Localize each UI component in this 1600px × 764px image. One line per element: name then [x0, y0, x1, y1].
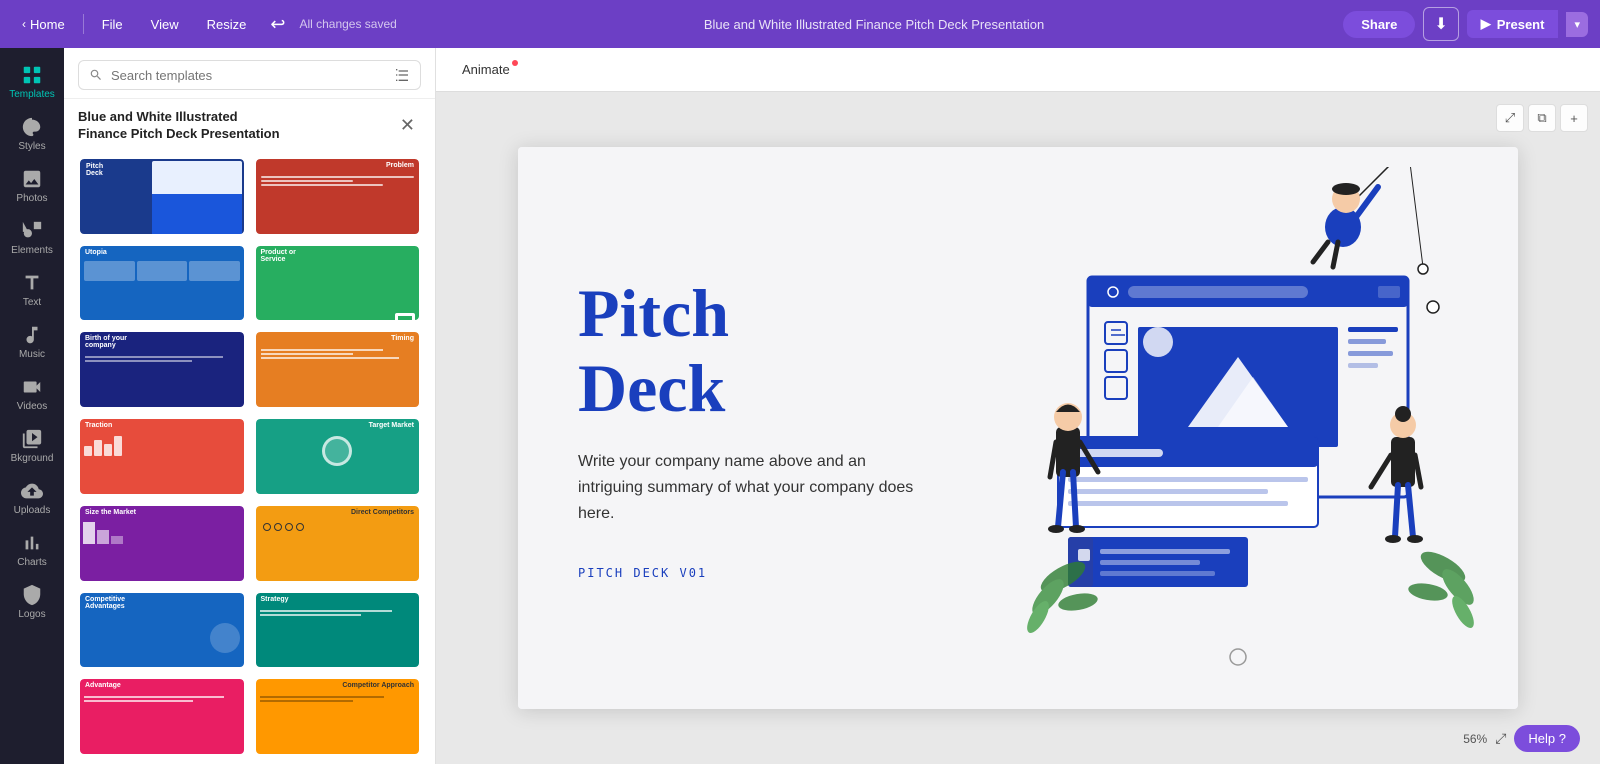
home-chevron: ‹: [22, 17, 26, 31]
main-area: Templates Styles Photos Elements: [0, 48, 1600, 764]
present-icon: ▶: [1481, 16, 1491, 32]
animate-button[interactable]: Animate: [452, 58, 520, 81]
duplicate-button[interactable]: ⧉: [1528, 104, 1556, 132]
upload-icon: [21, 480, 43, 502]
animate-dot: [512, 60, 518, 66]
slide-inner: Pitch Deck Write your company name above…: [518, 147, 1518, 709]
search-input[interactable]: [111, 68, 386, 83]
close-panel-button[interactable]: ✕: [394, 113, 421, 138]
home-label: Home: [30, 17, 65, 32]
template-thumb-6[interactable]: Timing: [254, 330, 422, 409]
saved-status: All changes saved: [299, 17, 396, 31]
bottom-bar: 56% ⤢ Help ?: [1463, 725, 1580, 752]
sidebar-item-elements[interactable]: Elements: [0, 212, 64, 264]
sidebar-item-logos[interactable]: Logos: [0, 576, 64, 628]
background-label: Bkground: [11, 453, 54, 464]
zoom-level: 56%: [1463, 732, 1487, 746]
canvas-toolbar: Animate: [436, 48, 1600, 92]
present-button[interactable]: ▶ Present: [1467, 10, 1559, 38]
sidebar-item-videos[interactable]: Videos: [0, 368, 64, 420]
image-icon: [21, 168, 43, 190]
slide-pitch-code[interactable]: PITCH DECK V01: [578, 566, 1458, 580]
template-thumb-12[interactable]: Strategy: [254, 591, 422, 670]
background-icon: [21, 428, 43, 450]
uploads-label: Uploads: [14, 505, 51, 516]
video-icon: [21, 376, 43, 398]
photos-label: Photos: [16, 193, 47, 204]
view-menu[interactable]: View: [141, 13, 189, 36]
sidebar-item-photos[interactable]: Photos: [0, 160, 64, 212]
search-icon: [89, 68, 103, 82]
topbar-separator: [83, 14, 84, 34]
templates-panel: Blue and White Illustrated Finance Pitch…: [64, 48, 436, 764]
template-thumb-3[interactable]: Utopia: [78, 244, 246, 323]
filter-icon[interactable]: [394, 67, 410, 83]
panel-subtitle: Blue and White Illustrated Finance Pitch…: [64, 99, 435, 149]
template-thumb-1[interactable]: PitchDeck: [78, 157, 246, 236]
home-button[interactable]: ‹ Home: [12, 13, 75, 36]
share-button[interactable]: Share: [1343, 11, 1415, 38]
music-label: Music: [19, 349, 45, 360]
template-thumb-9[interactable]: Size the Market: [78, 504, 246, 583]
template-title: Blue and White Illustrated Finance Pitch…: [78, 109, 394, 143]
slide-text-area: Pitch Deck Write your company name above…: [578, 276, 1458, 580]
slide-pitch-subtitle[interactable]: Write your company name above and an int…: [578, 449, 918, 526]
present-dropdown-button[interactable]: ▾: [1566, 12, 1588, 37]
add-slide-button[interactable]: +: [1560, 104, 1588, 132]
chart-icon: [21, 532, 43, 554]
topbar-actions: Share ⬇ ▶ Present ▾: [1343, 7, 1588, 41]
styles-label: Styles: [18, 141, 45, 152]
help-label: Help ?: [1528, 731, 1566, 746]
template-thumb-2[interactable]: Problem: [254, 157, 422, 236]
logo-icon: [21, 584, 43, 606]
shapes-icon: [21, 220, 43, 242]
zoom-expand-button[interactable]: ⤢: [1495, 730, 1506, 747]
panel-header: [64, 48, 435, 99]
text-icon: [21, 272, 43, 294]
icon-nav: Templates Styles Photos Elements: [0, 48, 64, 764]
document-title: Blue and White Illustrated Finance Pitch…: [413, 17, 1335, 32]
resize-menu[interactable]: Resize: [197, 13, 257, 36]
corner-controls: ⤢ ⧉ +: [1496, 104, 1588, 132]
sidebar-item-uploads[interactable]: Uploads: [0, 472, 64, 524]
help-button[interactable]: Help ?: [1514, 725, 1580, 752]
template-thumb-13[interactable]: Advantage: [78, 677, 246, 756]
elements-label: Elements: [11, 245, 53, 256]
search-bar[interactable]: [78, 60, 421, 90]
sidebar-item-templates[interactable]: Templates: [0, 56, 64, 108]
template-thumb-5[interactable]: Birth of yourcompany: [78, 330, 246, 409]
videos-label: Videos: [17, 401, 47, 412]
logos-label: Logos: [18, 609, 45, 620]
palette-icon: [21, 116, 43, 138]
text-label: Text: [23, 297, 41, 308]
animate-label: Animate: [462, 62, 510, 77]
slide-canvas[interactable]: Pitch Deck Write your company name above…: [518, 147, 1518, 709]
music-icon: [21, 324, 43, 346]
sidebar-item-text[interactable]: Text: [0, 264, 64, 316]
sidebar-item-background[interactable]: Bkground: [0, 420, 64, 472]
sidebar-item-music[interactable]: Music: [0, 316, 64, 368]
present-label: Present: [1497, 17, 1545, 32]
canvas-scroll[interactable]: ⤢ ⧉ + Pitch Deck Write your company name…: [436, 92, 1600, 764]
templates-label: Templates: [9, 89, 55, 100]
expand-view-button[interactable]: ⤢: [1496, 104, 1524, 132]
charts-label: Charts: [17, 557, 46, 568]
template-thumb-7[interactable]: Traction: [78, 417, 246, 496]
template-thumb-8[interactable]: Target Market: [254, 417, 422, 496]
slide-pitch-title[interactable]: Pitch Deck: [578, 276, 1458, 426]
download-button[interactable]: ⬇: [1423, 7, 1458, 41]
template-thumb-10[interactable]: Direct Competitors: [254, 504, 422, 583]
template-grid: PitchDeck Problem: [64, 149, 435, 764]
canvas-area: Animate ⤢ ⧉ + Pitch Deck: [436, 48, 1600, 764]
file-menu[interactable]: File: [92, 13, 133, 36]
sidebar-item-styles[interactable]: Styles: [0, 108, 64, 160]
template-thumb-4[interactable]: Product orService: [254, 244, 422, 323]
template-thumb-11[interactable]: CompetitiveAdvantages: [78, 591, 246, 670]
sidebar-item-charts[interactable]: Charts: [0, 524, 64, 576]
template-thumb-14[interactable]: Competitor Approach: [254, 677, 422, 756]
undo-button[interactable]: ↩: [264, 10, 291, 39]
topbar: ‹ Home File View Resize ↩ All changes sa…: [0, 0, 1600, 48]
grid-icon: [21, 64, 43, 86]
